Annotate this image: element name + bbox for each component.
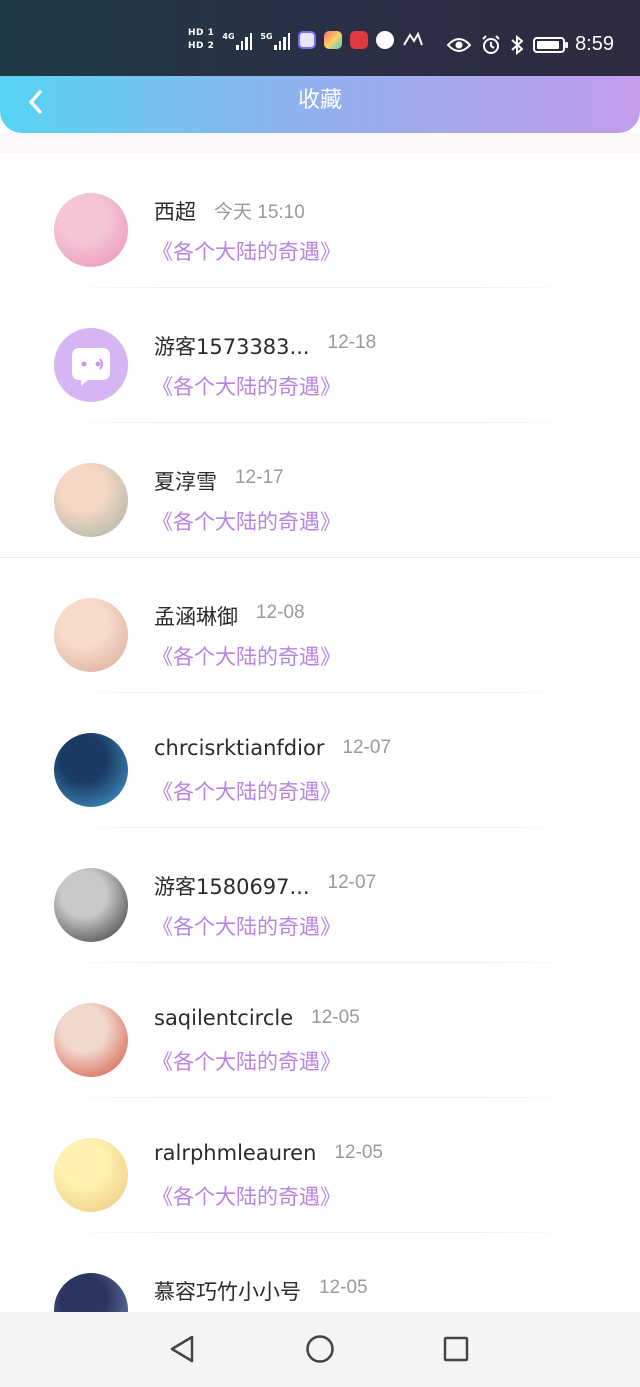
page-title: 收藏 <box>297 88 342 113</box>
avatar[interactable] <box>54 463 128 537</box>
list-item[interactable]: 慕容巧竹小小号12-05《各个大陆的奇遇》 <box>0 1233 640 1312</box>
signal-5g-icon: 5G <box>260 30 291 50</box>
system-nav-bar <box>0 1312 640 1387</box>
avatar[interactable] <box>54 868 128 942</box>
favorites-list: 西超 今天 15:10 《各个大陆的奇遇》 游客1573383... 12-18 《各个大… <box>0 153 640 1312</box>
user-name: 西超 <box>154 200 196 224</box>
list-item[interactable]: chrcisrktianfdior 12-07 《各个大陆的奇遇》 <box>0 693 640 828</box>
net2-label: 5G <box>260 32 273 41</box>
hd2-label: HD 2 <box>188 41 215 51</box>
circle-home-icon <box>306 1335 334 1363</box>
user-name: 慕容巧竹小小号 <box>154 1280 301 1304</box>
user-name: 夏淳雪 <box>154 470 217 494</box>
timestamp: 12-07 <box>327 872 377 893</box>
hd1-label: HD 1 <box>188 28 215 38</box>
bluetooth-icon <box>511 34 524 55</box>
user-name: saqilentcircle <box>154 1006 294 1030</box>
timestamp: 12-05 <box>311 1007 360 1028</box>
timestamp: 12-17 <box>234 467 284 488</box>
list-item[interactable]: saqilentcircle 12-05 《各个大陆的奇遇》 <box>0 963 640 1098</box>
list-item[interactable]: 西超 今天 15:10 《各个大陆的奇遇》 <box>0 153 640 288</box>
avatar[interactable] <box>54 733 128 807</box>
nav-back-button[interactable] <box>166 1333 198 1365</box>
book-title-link[interactable]: 《各个大陆的奇遇》 <box>152 1046 341 1076</box>
hd-indicator: HD 1 HD 2 <box>188 28 214 52</box>
timestamp: 12-18 <box>327 332 377 353</box>
user-name: 游客1580697... <box>154 875 310 899</box>
app-notification-icon <box>324 31 343 49</box>
nav-recents-button[interactable] <box>440 1333 472 1365</box>
battery-icon <box>533 36 569 53</box>
avatar[interactable] <box>54 1138 128 1212</box>
list-item[interactable]: 游客1580697... 12-07 《各个大陆的奇遇》 <box>0 828 640 963</box>
status-time: 8:59 <box>575 33 614 55</box>
user-name: chrcisrktianfdior <box>154 736 325 760</box>
book-title-link[interactable]: 《各个大陆的奇遇》 <box>152 236 341 266</box>
square-recents-icon <box>443 1336 469 1362</box>
list-item[interactable]: 孟涵琳御 12-08 《各个大陆的奇遇》 <box>0 558 640 693</box>
book-title-link[interactable]: 《各个大陆的奇遇》 <box>152 1181 341 1211</box>
avatar[interactable] <box>54 1003 128 1077</box>
avatar[interactable] <box>54 328 128 402</box>
nav-home-button[interactable] <box>304 1333 336 1365</box>
book-title-link[interactable]: 《各个大陆的奇遇》 <box>152 641 341 671</box>
app-notification-icon <box>298 31 317 49</box>
triangle-back-icon <box>170 1335 194 1363</box>
list-item[interactable]: 夏淳雪 12-17 《各个大陆的奇遇》 <box>0 423 640 558</box>
ball-app-icon <box>376 31 395 49</box>
eye-icon <box>447 37 472 52</box>
misc-app-icon <box>403 31 424 46</box>
timestamp: 12-05 <box>334 1142 383 1163</box>
book-title-link[interactable]: 《各个大陆的奇遇》 <box>152 911 341 941</box>
user-name: ralrphmleauren <box>154 1141 317 1165</box>
list-item[interactable]: 游客1573383... 12-18 《各个大陆的奇遇》 <box>0 288 640 423</box>
header-gap <box>0 133 640 153</box>
timestamp: 12-05 <box>318 1277 368 1298</box>
user-name: 孟涵琳御 <box>154 605 238 629</box>
timestamp: 今天 15:10 <box>213 202 305 223</box>
huawei-app-icon <box>350 31 369 49</box>
avatar[interactable] <box>54 1273 128 1312</box>
timestamp: 12-08 <box>255 602 305 623</box>
status-bar: HD 1 HD 2 4G 5G 8:59 <box>0 0 640 78</box>
app-header: 收藏 <box>0 76 640 133</box>
book-title-link[interactable]: 《各个大陆的奇遇》 <box>152 776 341 806</box>
list-item[interactable]: ralrphmleauren 12-05 《各个大陆的奇遇》 <box>0 1098 640 1233</box>
timestamp: 12-07 <box>342 737 392 758</box>
net1-label: 4G <box>222 32 235 41</box>
avatar[interactable] <box>54 598 128 672</box>
avatar[interactable] <box>54 193 128 267</box>
book-title-link[interactable]: 《各个大陆的奇遇》 <box>152 371 341 401</box>
book-title-link[interactable]: 《各个大陆的奇遇》 <box>152 506 341 536</box>
signal-4g-icon: 4G <box>222 30 253 50</box>
alarm-icon <box>482 34 500 54</box>
user-name: 游客1573383... <box>154 335 310 359</box>
